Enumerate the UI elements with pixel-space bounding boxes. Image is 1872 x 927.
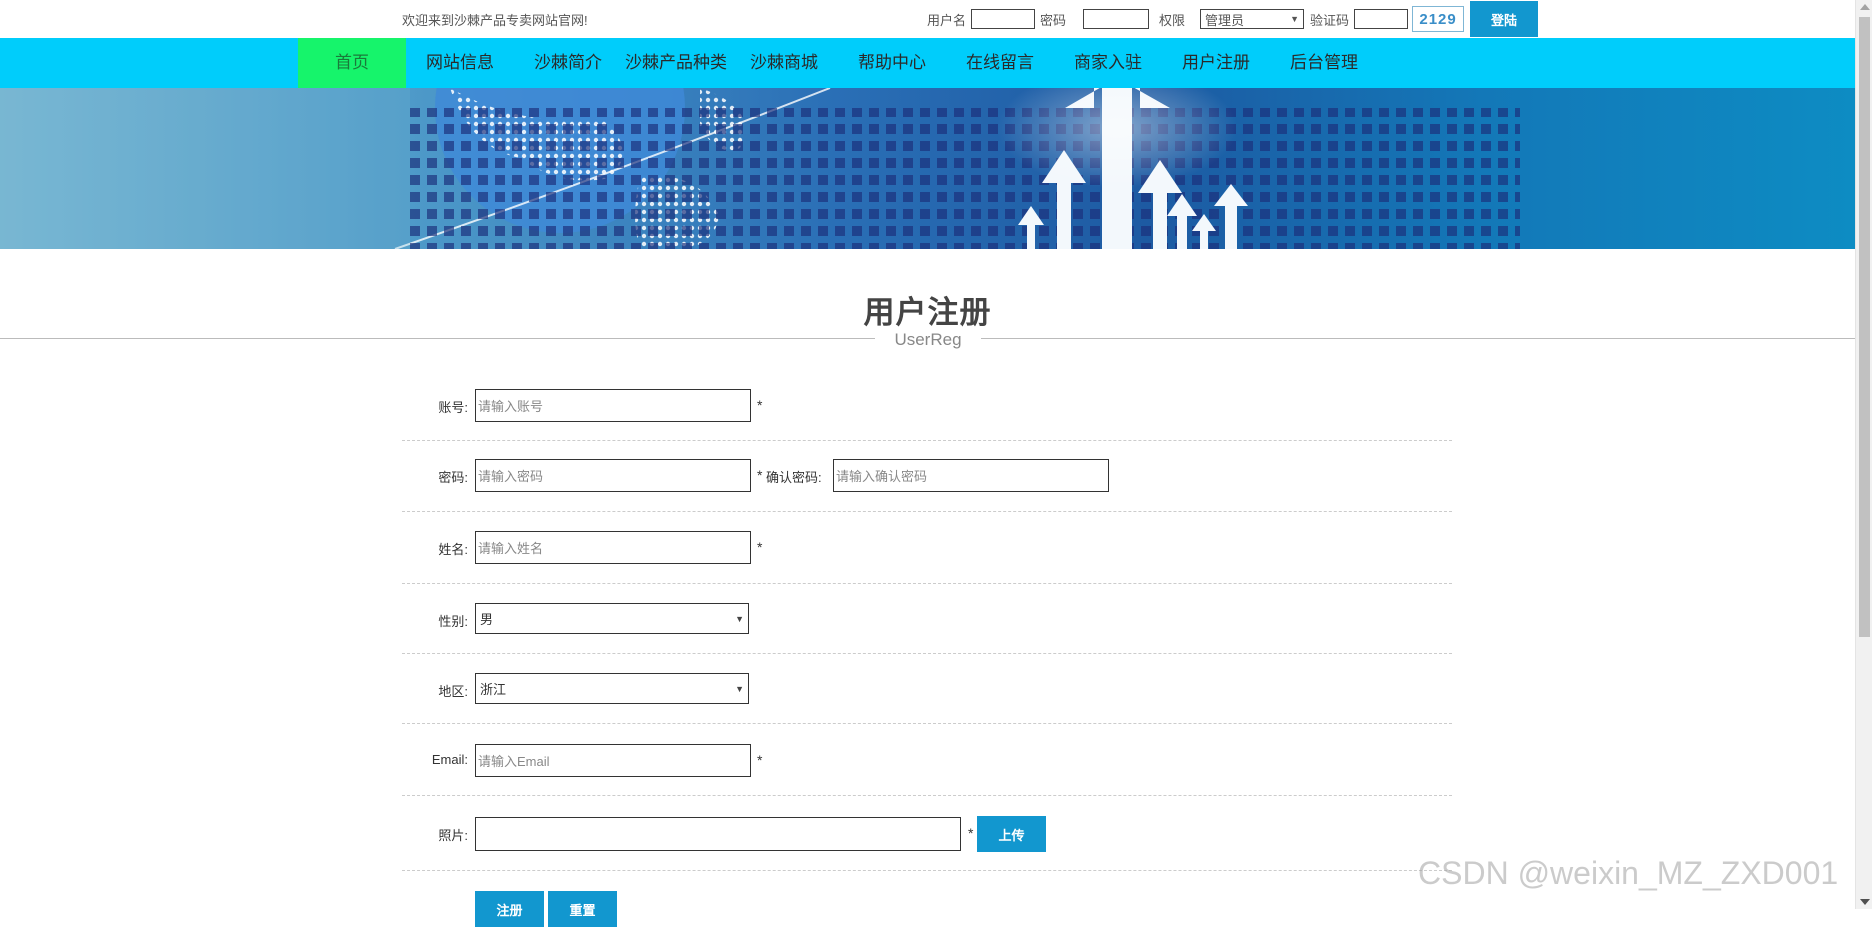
password-label: 密码 [1040, 12, 1067, 28]
captcha-image[interactable]: 2129 [1412, 6, 1465, 32]
top-utility-bar: 欢迎来到沙棘产品专卖网站官网! 用户名 密码 权限 管理员 ▼ 验证码 2129… [0, 0, 1855, 38]
password-input[interactable] [1083, 9, 1150, 29]
watermark: CSDN @weixin_MZ_ZXD001 [1418, 855, 1839, 891]
password-field[interactable]: 请输入密码 [475, 459, 751, 492]
hero-banner [0, 88, 1855, 249]
nav-item-admin[interactable]: 后台管理 [1270, 38, 1378, 88]
name-required: * [757, 539, 763, 555]
nav-item-product-types[interactable]: 沙棘产品种类 [622, 38, 730, 88]
nav-item-mall[interactable]: 沙棘商城 [730, 38, 838, 88]
scroll-thumb[interactable] [1859, 17, 1870, 637]
account-required: * [757, 397, 763, 413]
email-required: * [757, 752, 763, 768]
page-title: 用户注册 [863, 295, 992, 330]
region-select[interactable]: 浙江 ▼ [475, 673, 749, 704]
role-select[interactable]: 管理员 ▼ [1200, 9, 1305, 29]
captcha-label: 验证码 [1310, 12, 1350, 28]
email-label: Email: [431, 752, 468, 767]
nav-item-site-info[interactable]: 网站信息 [406, 38, 514, 88]
username-label: 用户名 [927, 12, 967, 28]
photo-path-field[interactable] [475, 817, 961, 851]
nav-item-help[interactable]: 帮助中心 [838, 38, 946, 88]
page-subtitle: UserReg [875, 330, 981, 350]
nav-item-merchant[interactable]: 商家入驻 [1054, 38, 1162, 88]
scroll-down-icon[interactable] [1860, 899, 1870, 905]
scroll-up-icon[interactable] [1860, 4, 1870, 10]
nav-item-register[interactable]: 用户注册 [1162, 38, 1270, 88]
name-label: 姓名: [438, 542, 468, 557]
account-input[interactable]: 请输入账号 [475, 389, 751, 422]
form-row-name: 姓名: 请输入姓名 * [402, 511, 1452, 584]
register-button[interactable]: 注册 [475, 891, 544, 927]
login-button[interactable]: 登陆 [1470, 1, 1539, 37]
form-row-region: 地区: 浙江 ▼ [402, 653, 1452, 724]
role-label: 权限 [1159, 12, 1186, 28]
chevron-down-icon: ▼ [1290, 14, 1300, 24]
username-input[interactable] [971, 9, 1036, 29]
chevron-down-icon: ▼ [735, 613, 744, 624]
welcome-text: 欢迎来到沙棘产品专卖网站官网! [402, 13, 588, 28]
vertical-scrollbar[interactable] [1855, 0, 1872, 909]
region-value: 浙江 [480, 682, 507, 697]
password-label: 密码: [438, 470, 468, 485]
photo-label: 照片: [438, 828, 468, 843]
form-row-photo: 照片: * 上传 [402, 795, 1452, 871]
banner-graphic [0, 88, 1520, 249]
gender-label: 性别: [438, 614, 468, 629]
name-field[interactable]: 请输入姓名 [475, 531, 751, 564]
captcha-input[interactable] [1354, 9, 1409, 29]
form-row-gender: 性别: 男 ▼ [402, 583, 1452, 654]
nav-item-intro[interactable]: 沙棘简介 [514, 38, 622, 88]
form-row-password: 密码: 请输入密码 * 确认密码: 请输入确认密码 [402, 440, 1452, 512]
account-label: 账号: [438, 400, 468, 415]
email-field[interactable]: 请输入Email [475, 744, 751, 777]
reset-button[interactable]: 重置 [548, 891, 617, 927]
nav-item-home[interactable]: 首页 [298, 38, 406, 88]
form-row-account: 账号: 请输入账号 * [402, 381, 1452, 441]
confirm-password-field[interactable]: 请输入确认密码 [833, 459, 1109, 492]
gender-select[interactable]: 男 ▼ [475, 603, 749, 634]
login-form: 用户名 密码 权限 管理员 ▼ 验证码 2129 登陆 [927, 1, 1539, 37]
gender-value: 男 [480, 612, 494, 627]
upload-button[interactable]: 上传 [977, 816, 1046, 852]
main-nav: 首页 网站信息 沙棘简介 沙棘产品种类 沙棘商城 帮助中心 在线留言 商家入驻 … [0, 38, 1855, 88]
photo-required: * [968, 825, 974, 841]
nav-item-message[interactable]: 在线留言 [946, 38, 1054, 88]
role-value: 管理员 [1205, 12, 1245, 28]
password-required: * [757, 467, 763, 483]
region-label: 地区: [438, 684, 468, 699]
chevron-down-icon: ▼ [735, 683, 744, 694]
form-row-email: Email: 请输入Email * [402, 723, 1452, 796]
